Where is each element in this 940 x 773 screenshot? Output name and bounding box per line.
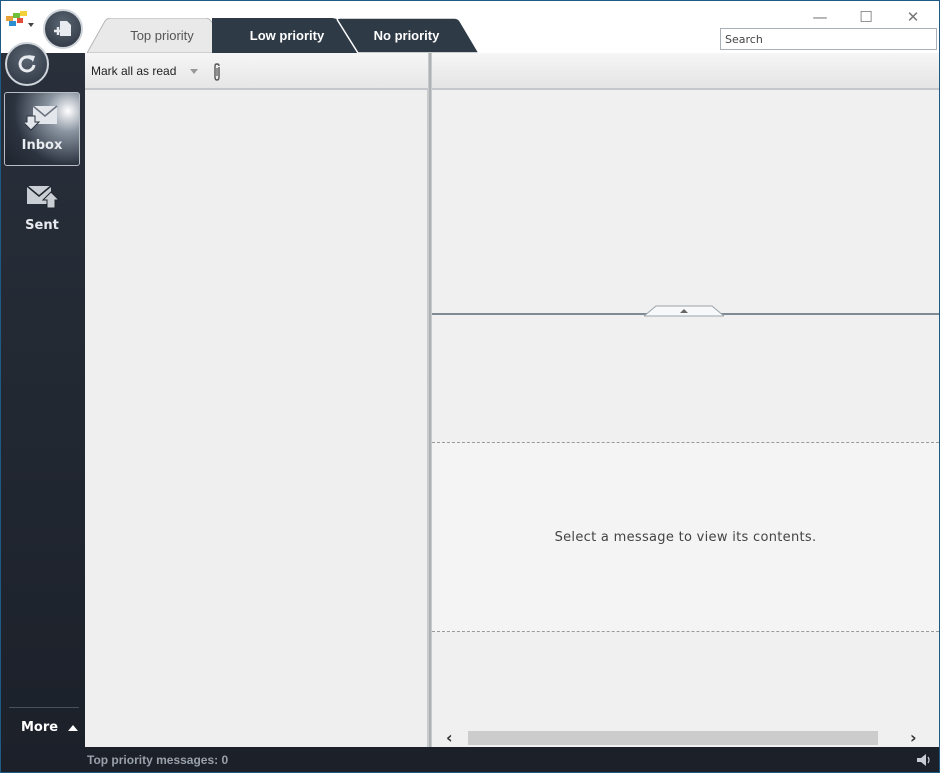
list-toolbar: Mark all as read xyxy=(85,53,428,90)
sidebar-item-label: Inbox xyxy=(21,138,63,153)
attachment-filter-icon[interactable] xyxy=(211,62,223,82)
message-list-pane: Mark all as read xyxy=(85,53,428,747)
refresh-icon xyxy=(18,55,36,73)
app-logo-icon[interactable] xyxy=(4,9,34,31)
chevron-down-icon[interactable] xyxy=(190,68,199,74)
status-text: Top priority messages: 0 xyxy=(87,753,229,767)
close-button[interactable]: ✕ xyxy=(890,5,936,29)
refresh-button[interactable] xyxy=(5,42,49,86)
empty-state-message: Select a message to view its contents. xyxy=(554,529,817,545)
new-message-button[interactable] xyxy=(43,9,83,49)
minimize-button[interactable]: — xyxy=(797,5,843,29)
scroll-left-button[interactable]: ‹ xyxy=(446,729,462,747)
mark-all-read-button[interactable]: Mark all as read xyxy=(91,64,199,78)
tab-label: No priority xyxy=(373,28,440,43)
app-window: — ☐ ✕ Top priority Low priority No prior… xyxy=(1,1,939,772)
message-body-area: Select a message to view its contents. xyxy=(432,442,939,632)
sidebar-item-sent[interactable]: Sent xyxy=(4,171,80,245)
more-button[interactable]: More xyxy=(21,720,79,735)
tab-label: Low priority xyxy=(249,28,325,43)
reading-toolbar xyxy=(432,53,939,90)
more-label: More xyxy=(21,720,59,735)
chevron-up-icon xyxy=(68,724,79,731)
mark-all-read-label: Mark all as read xyxy=(91,64,177,78)
inbox-icon xyxy=(25,105,58,131)
sent-icon xyxy=(26,185,59,209)
tab-no-priority[interactable]: No priority xyxy=(334,18,479,53)
compose-icon xyxy=(54,21,71,36)
reading-pane: Select a message to view its contents. ‹… xyxy=(432,53,939,747)
priority-tabs: Top priority Low priority No priority xyxy=(87,18,487,53)
collapse-header-button[interactable] xyxy=(644,305,724,317)
message-header-area xyxy=(432,90,939,313)
sidebar-item-inbox[interactable]: Inbox xyxy=(4,92,80,166)
maximize-button[interactable]: ☐ xyxy=(843,5,889,29)
sidebar-item-label: Sent xyxy=(25,218,59,233)
horizontal-scrollbar[interactable]: ‹ › xyxy=(432,729,939,747)
search-input[interactable] xyxy=(720,28,937,50)
scroll-thumb[interactable] xyxy=(468,731,878,745)
tab-label: Top priority xyxy=(130,28,194,43)
sidebar: Inbox Sent More xyxy=(1,1,85,772)
scroll-right-button[interactable]: › xyxy=(910,729,926,747)
status-bar: Top priority messages: 0 xyxy=(85,747,939,772)
speaker-icon[interactable] xyxy=(915,752,931,768)
sidebar-divider xyxy=(9,707,79,708)
